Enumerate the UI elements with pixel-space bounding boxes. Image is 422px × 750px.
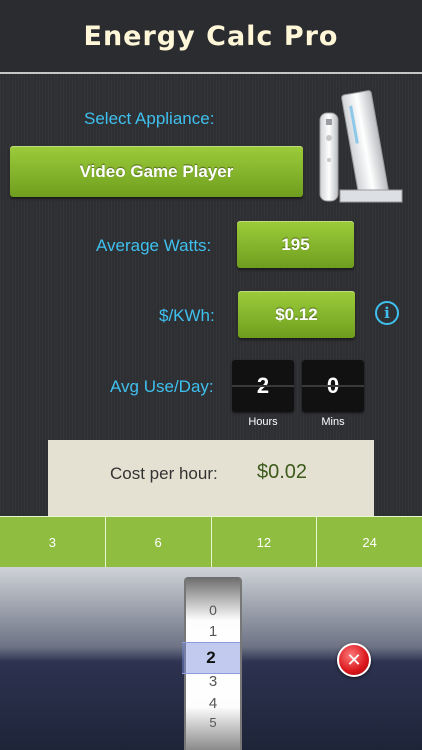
info-icon[interactable]: i: [375, 301, 399, 325]
segment-3[interactable]: 3: [0, 517, 106, 567]
segment-6[interactable]: 6: [106, 517, 212, 567]
mins-caption: Mins: [321, 416, 345, 428]
picker-option[interactable]: 3: [186, 673, 240, 690]
hours-value: 2: [256, 373, 270, 398]
close-icon[interactable]: ✕: [337, 643, 371, 677]
avg-use-label: Avg Use/Day:: [110, 377, 214, 396]
picker-option[interactable]: 1: [186, 623, 240, 640]
cost-per-hour-label: Cost per hour:: [110, 464, 218, 483]
mins-value: 0: [326, 373, 340, 398]
average-watts-label: Average Watts:: [96, 236, 212, 255]
select-appliance-label: Select Appliance:: [84, 109, 215, 128]
picker-option[interactable]: 0: [186, 602, 240, 618]
header-divider: [0, 72, 422, 74]
segment-12[interactable]: 12: [212, 517, 318, 567]
app-title: Energy Calc Pro: [83, 20, 339, 52]
mins-display[interactable]: 0: [302, 360, 364, 412]
picker-option[interactable]: 5: [186, 715, 240, 730]
hours-display[interactable]: 2: [232, 360, 294, 412]
result-panel: Cost per hour: $0.02: [48, 440, 374, 518]
rate-button[interactable]: $0.12: [238, 291, 355, 338]
segment-24[interactable]: 24: [317, 517, 422, 567]
cost-per-hour-value: $0.02: [257, 461, 308, 483]
appliance-select-button[interactable]: Video Game Player: [10, 146, 303, 197]
picker-option[interactable]: 4: [186, 695, 240, 712]
app-header: Energy Calc Pro: [0, 0, 422, 72]
rate-label: $/KWh:: [159, 306, 215, 325]
hours-segmented-control: 3 6 12 24: [0, 516, 422, 567]
game-console-icon: [312, 86, 407, 206]
watts-button[interactable]: 195: [237, 221, 354, 268]
hours-caption: Hours: [248, 416, 278, 428]
picker-selected-option[interactable]: 2: [182, 642, 240, 674]
